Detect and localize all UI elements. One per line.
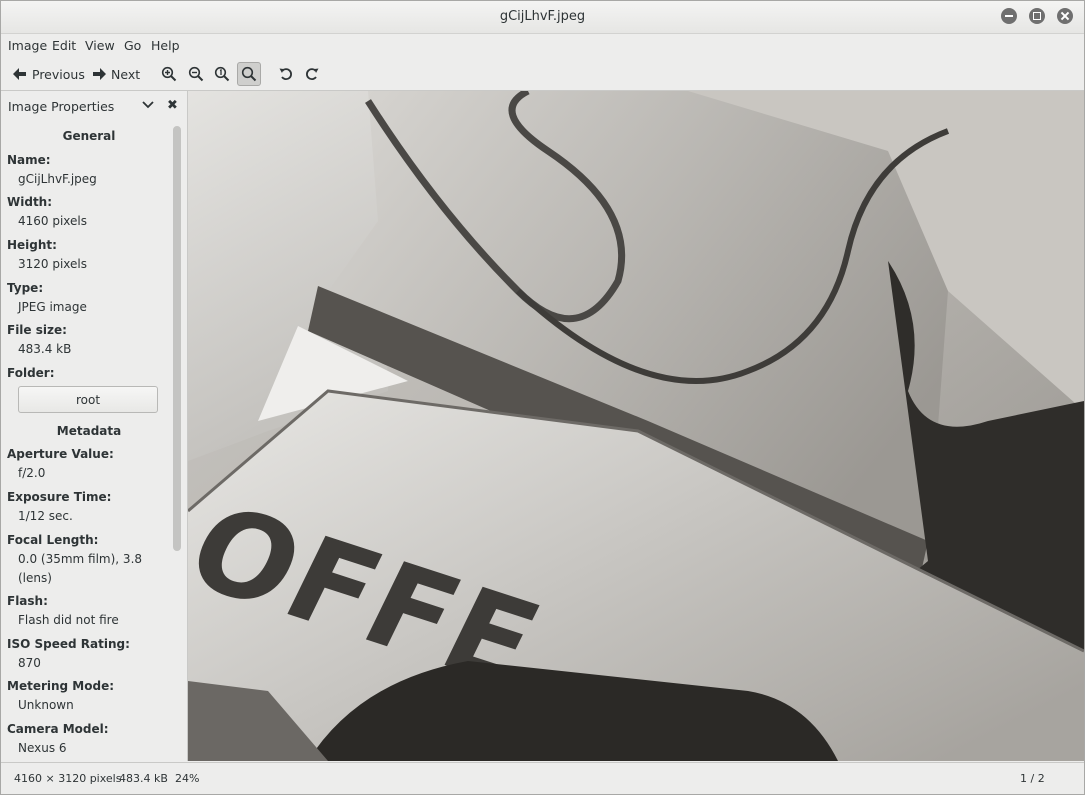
menubar: Image Edit View Go Help bbox=[1, 34, 1084, 58]
previous-button[interactable]: Previous bbox=[13, 63, 85, 85]
name-label: Name: bbox=[7, 153, 51, 167]
zoom-in-icon bbox=[161, 66, 177, 82]
file-size-value: 483.4 kB bbox=[18, 342, 72, 356]
camera-model-value: Nexus 6 bbox=[18, 741, 67, 755]
camera-model-label: Camera Model: bbox=[7, 722, 109, 736]
sidebar-scrollbar[interactable] bbox=[173, 126, 181, 551]
folder-label: Folder: bbox=[7, 366, 55, 380]
photo: OFFE bbox=[188, 91, 1084, 761]
metadata-section-title: Metadata bbox=[56, 424, 122, 438]
zoom-fit-button[interactable] bbox=[237, 62, 261, 86]
status-dimensions: 4160 × 3120 pixels bbox=[14, 772, 122, 785]
rotate-left-button[interactable] bbox=[275, 63, 297, 85]
status-zoom: 24% bbox=[175, 772, 200, 785]
image-properties-sidebar: Image Properties ✖ General Name: gCijLhv… bbox=[1, 91, 188, 761]
toolbar: Previous Next bbox=[1, 58, 1084, 91]
file-size-label: File size: bbox=[7, 323, 67, 337]
zoom-normal-button[interactable] bbox=[211, 63, 233, 85]
width-value: 4160 pixels bbox=[18, 214, 88, 228]
height-label: Height: bbox=[7, 238, 57, 252]
menu-edit[interactable]: Edit bbox=[52, 38, 76, 53]
status-position: 1 / 2 bbox=[1020, 772, 1045, 785]
maximize-button[interactable] bbox=[1029, 8, 1045, 24]
metering-value: Unknown bbox=[18, 698, 74, 712]
rotate-left-icon bbox=[279, 68, 292, 81]
chevron-down-icon[interactable] bbox=[142, 100, 154, 110]
eog-window: gCijLhvF.jpeg Image Edit View Go Help Pr… bbox=[0, 0, 1085, 795]
menu-go[interactable]: Go bbox=[124, 38, 141, 53]
folder-button[interactable]: root bbox=[18, 386, 158, 413]
flash-value: Flash did not fire bbox=[18, 613, 119, 627]
exposure-value: 1/12 sec. bbox=[18, 509, 73, 523]
menu-help[interactable]: Help bbox=[151, 38, 180, 53]
arrow-left-icon bbox=[13, 68, 26, 80]
window-title: gCijLhvF.jpeg bbox=[499, 9, 586, 24]
iso-value: 870 bbox=[18, 656, 41, 670]
menu-image[interactable]: Image bbox=[8, 38, 47, 53]
minimize-button[interactable] bbox=[1001, 8, 1017, 24]
iso-label: ISO Speed Rating: bbox=[7, 637, 130, 651]
close-sidebar-icon[interactable]: ✖ bbox=[167, 98, 178, 113]
arrow-right-icon bbox=[93, 68, 106, 80]
zoom-in-button[interactable] bbox=[158, 63, 180, 85]
close-window-button[interactable] bbox=[1057, 8, 1073, 24]
flash-label: Flash: bbox=[7, 594, 48, 608]
previous-label: Previous bbox=[32, 66, 85, 82]
height-value: 3120 pixels bbox=[18, 257, 88, 271]
image-view[interactable]: OFFE bbox=[188, 91, 1084, 761]
focal-length-label: Focal Length: bbox=[7, 533, 99, 547]
statusbar: 4160 × 3120 pixels 483.4 kB 24% 1 / 2 bbox=[1, 762, 1084, 794]
status-file-size: 483.4 kB bbox=[119, 772, 168, 785]
general-section-title: General bbox=[62, 129, 116, 143]
metering-label: Metering Mode: bbox=[7, 679, 115, 693]
width-label: Width: bbox=[7, 195, 53, 209]
zoom-out-button[interactable] bbox=[185, 63, 207, 85]
zoom-out-icon bbox=[188, 66, 204, 82]
name-value: gCijLhvF.jpeg bbox=[18, 172, 97, 186]
type-label: Type: bbox=[7, 281, 44, 295]
aperture-label: Aperture Value: bbox=[7, 447, 114, 461]
exposure-label: Exposure Time: bbox=[7, 490, 112, 504]
aperture-value: f/2.0 bbox=[18, 466, 46, 480]
next-button[interactable]: Next bbox=[92, 63, 140, 85]
zoom-fit-icon bbox=[241, 66, 257, 82]
type-value: JPEG image bbox=[18, 300, 87, 314]
menu-view[interactable]: View bbox=[85, 38, 115, 53]
zoom-original-icon bbox=[214, 66, 230, 82]
rotate-right-button[interactable] bbox=[301, 63, 323, 85]
rotate-right-icon bbox=[306, 68, 319, 81]
sidebar-title[interactable]: Image Properties bbox=[8, 99, 114, 114]
next-label: Next bbox=[111, 66, 141, 82]
titlebar: gCijLhvF.jpeg bbox=[1, 1, 1084, 34]
focal-length-value: 0.0 (35mm film), 3.8 (lens) bbox=[18, 552, 143, 585]
